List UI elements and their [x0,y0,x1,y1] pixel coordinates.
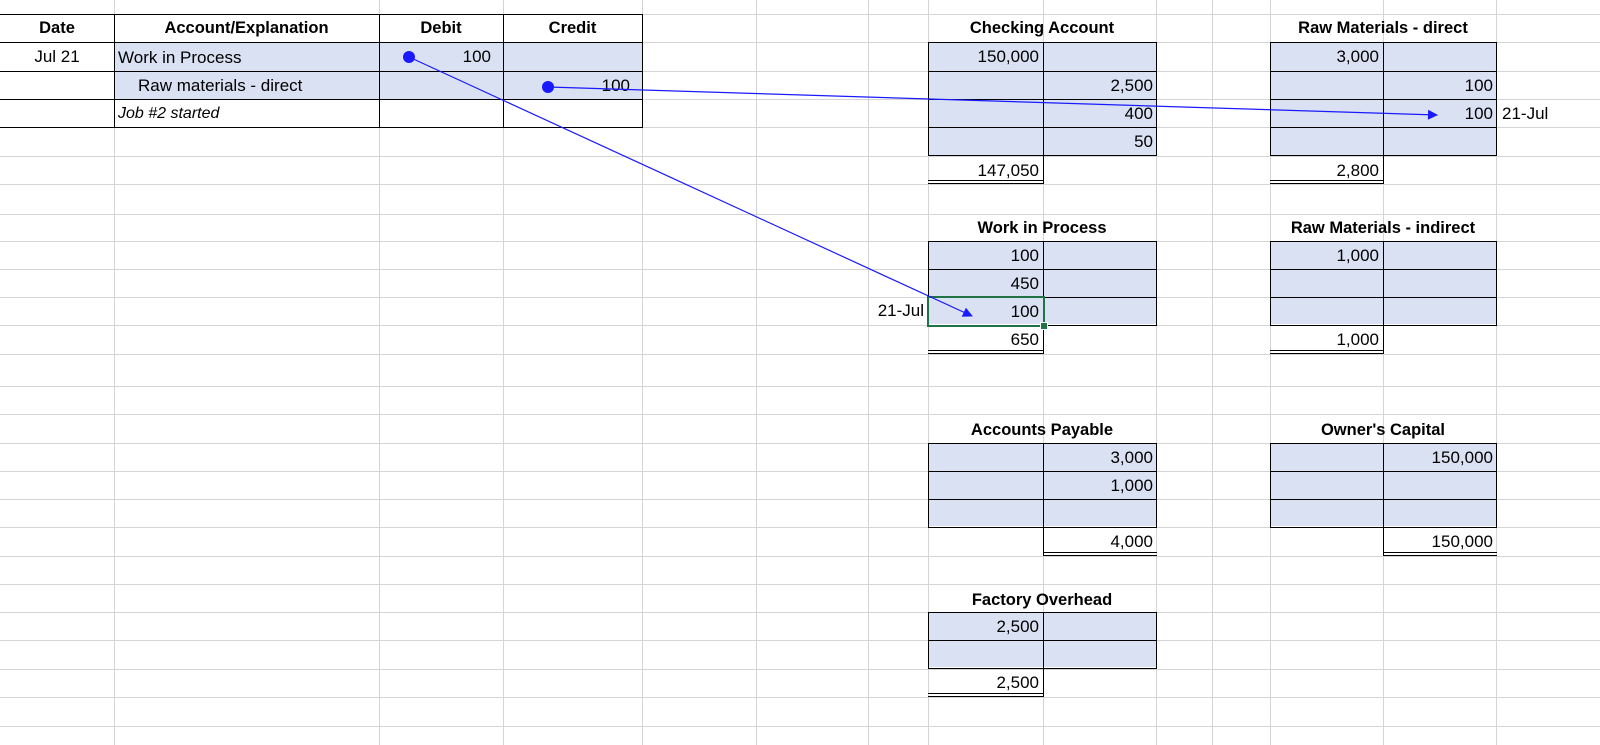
arrow-origin-dot [403,51,415,63]
trace-arrow-debit [403,51,973,317]
trace-arrows [403,51,1438,317]
trace-arrow-credit [542,81,1438,120]
arrow-origin-dot [542,81,554,93]
